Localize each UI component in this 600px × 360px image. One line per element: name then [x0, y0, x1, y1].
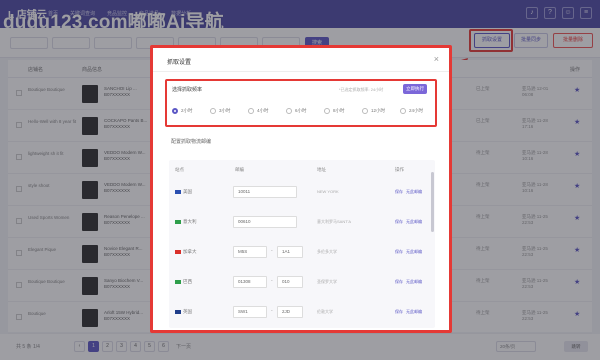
row-actions: 保存 无此邮编 — [395, 279, 422, 285]
radio-dot[interactable] — [324, 108, 330, 114]
postcode-table: 站点 邮编 地址 操作 美国 10011 NEW YORK 保存 无此邮编 意大… — [169, 160, 435, 328]
zip-input-part2[interactable]: 010 — [277, 276, 303, 288]
postcode-row-it: 意大利 00610 意大利罗马SANT'A 保存 无此邮编 — [169, 210, 425, 236]
address-text: 意大利罗马SANT'A — [317, 219, 352, 224]
no-zip-link[interactable]: 无此邮编 — [406, 189, 422, 195]
save-link[interactable]: 保存 — [395, 279, 403, 285]
postcode-row-ca: 加拿大 M5S - 1A1 多伦多大学 保存 无此邮编 — [169, 240, 425, 266]
no-zip-link[interactable]: 无此邮编 — [406, 249, 422, 255]
country-name: 巴西 — [183, 279, 192, 284]
radio-dot[interactable] — [172, 108, 178, 114]
postcode-row-br: 巴西 01308 - 010 圣保罗大学 保存 无此邮编 — [169, 270, 425, 296]
execute-now-button[interactable]: 立即执行 — [403, 84, 427, 94]
flag-ca-icon — [175, 250, 181, 254]
radio-dot[interactable] — [400, 108, 406, 114]
column-header: 地址 — [317, 167, 326, 172]
column-header: 操作 — [395, 167, 404, 172]
radio-dot[interactable] — [362, 108, 368, 114]
frequency-title: 选择抓取频率 — [172, 87, 203, 93]
column-header: 站点 — [175, 167, 184, 172]
radio-label: 24小时 — [409, 108, 424, 113]
radio-label: 3小时 — [219, 108, 231, 113]
frequency-section: 选择抓取频率 *已选定抓取频率: 24小时 立即执行 2小时 3小时 4小时 6… — [165, 79, 437, 127]
zip-input[interactable]: 10011 — [233, 186, 297, 198]
save-link[interactable]: 保存 — [395, 219, 403, 225]
save-link[interactable]: 保存 — [395, 249, 403, 255]
radio-dot[interactable] — [210, 108, 216, 114]
row-actions: 保存 无此邮编 — [395, 309, 422, 315]
postcode-row-uk: 英国 SW1 - 2JD 伦敦大学 保存 无此邮编 — [169, 300, 425, 326]
radio-dot[interactable] — [248, 108, 254, 114]
country-name: 加拿大 — [183, 249, 197, 254]
no-zip-link[interactable]: 无此邮编 — [406, 279, 422, 285]
address-text: 圣保罗大学 — [317, 279, 337, 284]
frequency-radio-2h[interactable]: 2小时 — [172, 108, 193, 114]
frequency-radio-24h[interactable]: 24小时 — [400, 108, 423, 114]
zip-separator: - — [271, 248, 273, 254]
column-header: 邮编 — [235, 167, 244, 172]
postcode-row-us: 美国 10011 NEW YORK 保存 无此邮编 — [169, 180, 425, 206]
frequency-hint: *已选定抓取频率: 24小时 — [339, 87, 384, 92]
address-text: NEW YORK — [317, 189, 339, 194]
no-zip-link[interactable]: 无此邮编 — [406, 219, 422, 225]
zip-input-part1[interactable]: 01308 — [233, 276, 267, 288]
zip-input-part2[interactable]: 2JD — [277, 306, 303, 318]
radio-label: 8小时 — [333, 108, 345, 113]
modal-header: 抓取设置 × — [153, 48, 449, 72]
collect-settings-modal: 抓取设置 × 选择抓取频率 *已选定抓取频率: 24小时 立即执行 2小时 3小… — [150, 45, 452, 333]
country-name: 美国 — [183, 189, 192, 194]
frequency-radio-12h[interactable]: 12小时 — [362, 108, 385, 114]
modal-title: 抓取设置 — [167, 60, 192, 66]
postcode-table-header: 站点 邮编 地址 操作 — [169, 160, 425, 178]
row-actions: 保存 无此邮编 — [395, 219, 422, 225]
zip-input-part2[interactable]: 1A1 — [277, 246, 303, 258]
radio-label: 12小时 — [371, 108, 386, 113]
radio-label: 6小时 — [295, 108, 307, 113]
save-link[interactable]: 保存 — [395, 309, 403, 315]
flag-it-icon — [175, 220, 181, 224]
zip-input-part1[interactable]: SW1 — [233, 306, 267, 318]
table-scrollbar[interactable] — [431, 172, 434, 232]
country-name: 意大利 — [183, 219, 197, 224]
radio-label: 4小时 — [257, 108, 269, 113]
radio-label: 2小时 — [181, 108, 193, 113]
save-link[interactable]: 保存 — [395, 189, 403, 195]
country-name: 英国 — [183, 309, 192, 314]
zip-input[interactable]: 00610 — [233, 216, 297, 228]
no-zip-link[interactable]: 无此邮编 — [406, 309, 422, 315]
zip-input-part1[interactable]: M5S — [233, 246, 267, 258]
postcode-section-title: 配置抓取物流邮编 — [171, 139, 212, 145]
zip-separator: - — [271, 278, 273, 284]
address-text: 伦敦大学 — [317, 309, 333, 314]
zip-separator: - — [271, 308, 273, 314]
address-text: 多伦多大学 — [317, 249, 337, 254]
frequency-radio-6h[interactable]: 6小时 — [286, 108, 307, 114]
row-actions: 保存 无此邮编 — [395, 249, 422, 255]
flag-br-icon — [175, 280, 181, 284]
close-icon[interactable]: × — [434, 54, 439, 64]
frequency-radio-3h[interactable]: 3小时 — [210, 108, 231, 114]
row-actions: 保存 无此邮编 — [395, 189, 422, 195]
frequency-radio-4h[interactable]: 4小时 — [248, 108, 269, 114]
flag-uk-icon — [175, 310, 181, 314]
frequency-radio-8h[interactable]: 8小时 — [324, 108, 345, 114]
flag-us-icon — [175, 190, 181, 194]
radio-dot[interactable] — [286, 108, 292, 114]
